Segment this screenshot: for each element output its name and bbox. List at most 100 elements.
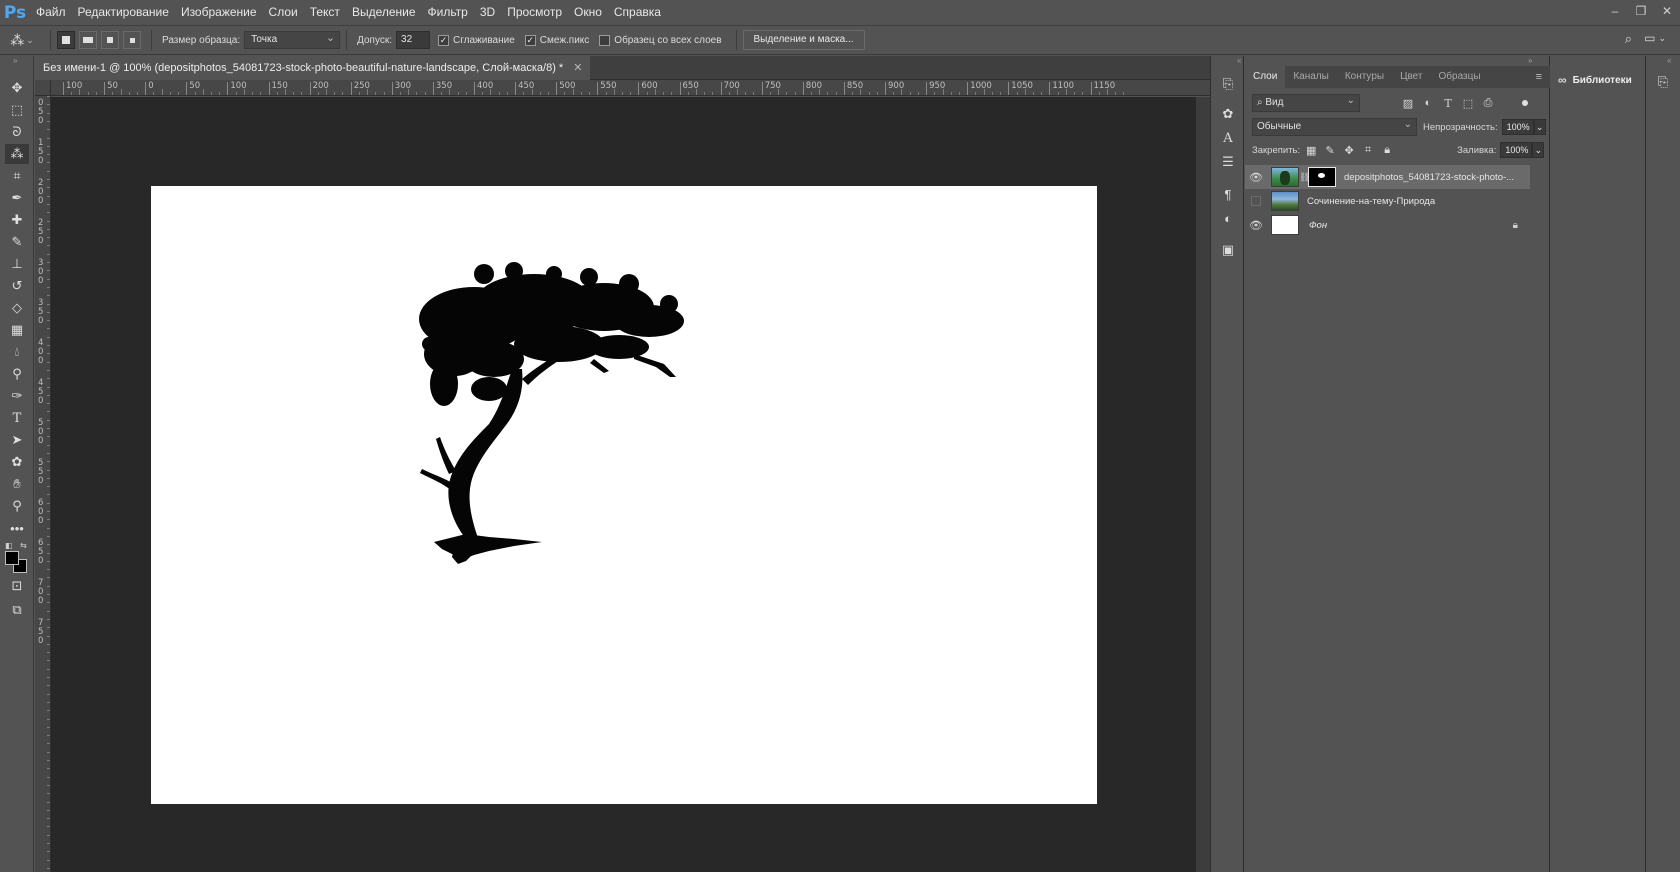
tolerance-input[interactable]: 32 bbox=[396, 31, 431, 49]
collapse-icon[interactable]: » bbox=[1528, 56, 1532, 66]
menu-item[interactable]: Выделение bbox=[346, 0, 422, 25]
intersect-selection-button[interactable] bbox=[123, 31, 141, 49]
zoom-tool-icon[interactable]: ⚲ bbox=[5, 496, 29, 516]
custom-shape-tool-icon[interactable]: ✿ bbox=[5, 452, 29, 472]
screen-mode-icon[interactable]: ⧉ bbox=[5, 600, 29, 620]
character-icon[interactable]: A bbox=[1218, 128, 1238, 148]
layer-row[interactable]: 👁︎ ⛓︎ depositphotos_54081723-stock-photo… bbox=[1245, 165, 1530, 189]
chevron-down-icon[interactable]: ⌄ bbox=[1533, 119, 1546, 135]
blend-mode-dropdown[interactable]: Обычные bbox=[1252, 117, 1417, 136]
workspace-switcher[interactable]: ▭ ⌄ bbox=[1644, 31, 1666, 45]
layer-thumbnail[interactable] bbox=[1271, 215, 1299, 235]
path-selection-tool-icon[interactable]: ➤ bbox=[5, 430, 29, 450]
fill-input[interactable]: 100% bbox=[1500, 142, 1533, 158]
move-tool-icon[interactable]: ✥ bbox=[5, 78, 29, 98]
menu-item[interactable]: 3D bbox=[474, 0, 501, 25]
menu-item[interactable]: Текст bbox=[304, 0, 346, 25]
collapse-icon[interactable]: « bbox=[1237, 56, 1241, 66]
lock-image-pixels-icon[interactable]: ✎ bbox=[1322, 142, 1338, 158]
subtract-from-selection-button[interactable] bbox=[101, 31, 119, 49]
layer-row[interactable]: 👁︎ Фон 🔒︎ bbox=[1245, 213, 1530, 237]
layer-thumbnail[interactable] bbox=[1271, 191, 1299, 211]
brush-tool-icon[interactable]: ✎ bbox=[5, 232, 29, 252]
collapse-icon[interactable]: « bbox=[1667, 56, 1671, 66]
libraries-tab[interactable]: ∞ Библиотеки bbox=[1550, 70, 1646, 90]
minimize-icon[interactable]: – bbox=[1602, 0, 1628, 22]
brush-settings-icon[interactable]: ✿ bbox=[1218, 104, 1238, 124]
new-selection-button[interactable] bbox=[57, 31, 75, 49]
menu-item[interactable]: Фильтр bbox=[422, 0, 474, 25]
panel-tab[interactable]: Контуры bbox=[1337, 66, 1392, 88]
restore-icon[interactable]: ❐ bbox=[1628, 0, 1654, 22]
navigator-icon[interactable]: ◐ bbox=[1218, 208, 1238, 228]
menu-item[interactable]: Редактирование bbox=[72, 0, 175, 25]
chevron-down-icon[interactable]: ⌄ bbox=[1532, 142, 1545, 158]
lasso-tool-icon[interactable]: ᘐ bbox=[5, 122, 29, 142]
layer-mask-thumbnail[interactable] bbox=[1308, 167, 1336, 187]
adjustment-filter-icon[interactable]: ◐ bbox=[1420, 95, 1436, 111]
eraser-tool-icon[interactable]: ◇ bbox=[5, 298, 29, 318]
menu-item[interactable]: Изображение bbox=[175, 0, 263, 25]
add-to-selection-button[interactable] bbox=[79, 31, 97, 49]
sample-all-layers-checkbox[interactable]: Образец со всех слоев bbox=[599, 34, 722, 46]
layer-thumbnail[interactable] bbox=[1271, 167, 1299, 187]
properties-icon[interactable]: ▣ bbox=[1218, 240, 1238, 260]
panel-menu-icon[interactable]: ≡ bbox=[1536, 66, 1542, 88]
tool-preset-picker[interactable]: ⁂ ⌄ bbox=[0, 32, 44, 49]
libraries-icon[interactable]: ⎘ bbox=[1653, 72, 1673, 92]
panel-tab[interactable]: Слои bbox=[1245, 66, 1286, 88]
swap-colors-icon[interactable]: ⇆ bbox=[20, 541, 27, 550]
contiguous-checkbox[interactable]: ✓ Смеж.пикс bbox=[524, 34, 589, 46]
document-canvas[interactable] bbox=[151, 186, 1097, 804]
crop-tool-icon[interactable]: ⌗ bbox=[5, 166, 29, 186]
pixel-filter-icon[interactable]: ▨ bbox=[1400, 95, 1416, 111]
collapse-icon[interactable]: » bbox=[13, 56, 17, 65]
more-tools-icon[interactable]: ••• bbox=[5, 518, 29, 538]
select-and-mask-button[interactable]: Выделение и маска... bbox=[742, 30, 865, 50]
panel-tab[interactable]: Образцы bbox=[1431, 66, 1489, 88]
layer-filter-dropdown[interactable]: ⌕ Вид bbox=[1252, 93, 1360, 112]
menu-item[interactable]: Окно bbox=[568, 0, 608, 25]
menu-item[interactable]: Просмотр bbox=[501, 0, 568, 25]
eyedropper-tool-icon[interactable]: ✒ bbox=[5, 188, 29, 208]
search-icon[interactable]: ⌕ bbox=[1625, 31, 1632, 47]
close-icon[interactable]: ✕ bbox=[573, 56, 582, 80]
stamp-tool-icon[interactable]: ⊥ bbox=[5, 254, 29, 274]
close-icon[interactable]: ✕ bbox=[1654, 0, 1680, 22]
healing-brush-tool-icon[interactable]: ✚ bbox=[5, 210, 29, 230]
default-colors-icon[interactable]: ◧ bbox=[5, 541, 13, 550]
hand-tool-icon[interactable]: ✋︎ bbox=[5, 474, 29, 494]
lock-transparent-pixels-icon[interactable]: ▦ bbox=[1303, 142, 1319, 158]
eye-icon[interactable]: 👁︎ bbox=[1245, 165, 1267, 189]
foreground-color-swatch[interactable] bbox=[5, 551, 19, 565]
layer-row[interactable]: Сочинение-на-тему-Природа bbox=[1245, 189, 1530, 213]
link-icon[interactable]: ⛓︎ bbox=[1299, 172, 1310, 183]
panel-tab[interactable]: Каналы bbox=[1285, 66, 1337, 88]
lock-all-icon[interactable]: 🔒︎ bbox=[1379, 142, 1395, 158]
paragraph-icon[interactable]: ¶ bbox=[1218, 184, 1238, 204]
menu-item[interactable]: Справка bbox=[608, 0, 667, 25]
eye-icon[interactable]: 👁︎ bbox=[1245, 213, 1267, 237]
document-tab[interactable]: Без имени-1 @ 100% (depositphotos_540817… bbox=[35, 56, 591, 80]
anti-alias-checkbox[interactable]: ✓ Сглаживание bbox=[438, 34, 515, 46]
smart-object-filter-icon[interactable]: ⎙ bbox=[1480, 95, 1496, 111]
pen-tool-icon[interactable]: ✑ bbox=[5, 386, 29, 406]
history-icon[interactable]: ⎘ bbox=[1218, 74, 1238, 94]
opacity-input[interactable]: 100% bbox=[1501, 119, 1534, 135]
lock-position-icon[interactable]: ✥ bbox=[1341, 142, 1357, 158]
gradient-tool-icon[interactable]: ▦ bbox=[5, 320, 29, 340]
dodge-tool-icon[interactable]: ⚲ bbox=[5, 364, 29, 384]
lock-artboard-icon[interactable]: ⌗ bbox=[1360, 142, 1376, 158]
magic-wand-tool-icon[interactable]: ⁂ bbox=[5, 144, 29, 164]
vertical-scrollbar[interactable] bbox=[1196, 97, 1210, 872]
adjustments-icon[interactable]: ☰ bbox=[1218, 152, 1238, 172]
marquee-tool-icon[interactable]: ⬚ bbox=[5, 100, 29, 120]
eye-hidden-icon[interactable] bbox=[1245, 189, 1267, 213]
blur-tool-icon[interactable]: 💧︎ bbox=[5, 342, 29, 362]
type-filter-icon[interactable]: T bbox=[1440, 95, 1456, 111]
menu-item[interactable]: Слои bbox=[263, 0, 304, 25]
shape-filter-icon[interactable]: ⬚ bbox=[1460, 95, 1476, 111]
ps-logo[interactable]: Ps bbox=[0, 0, 30, 25]
panel-tab[interactable]: Цвет bbox=[1392, 66, 1430, 88]
sample-size-dropdown[interactable]: Точка bbox=[244, 30, 341, 49]
